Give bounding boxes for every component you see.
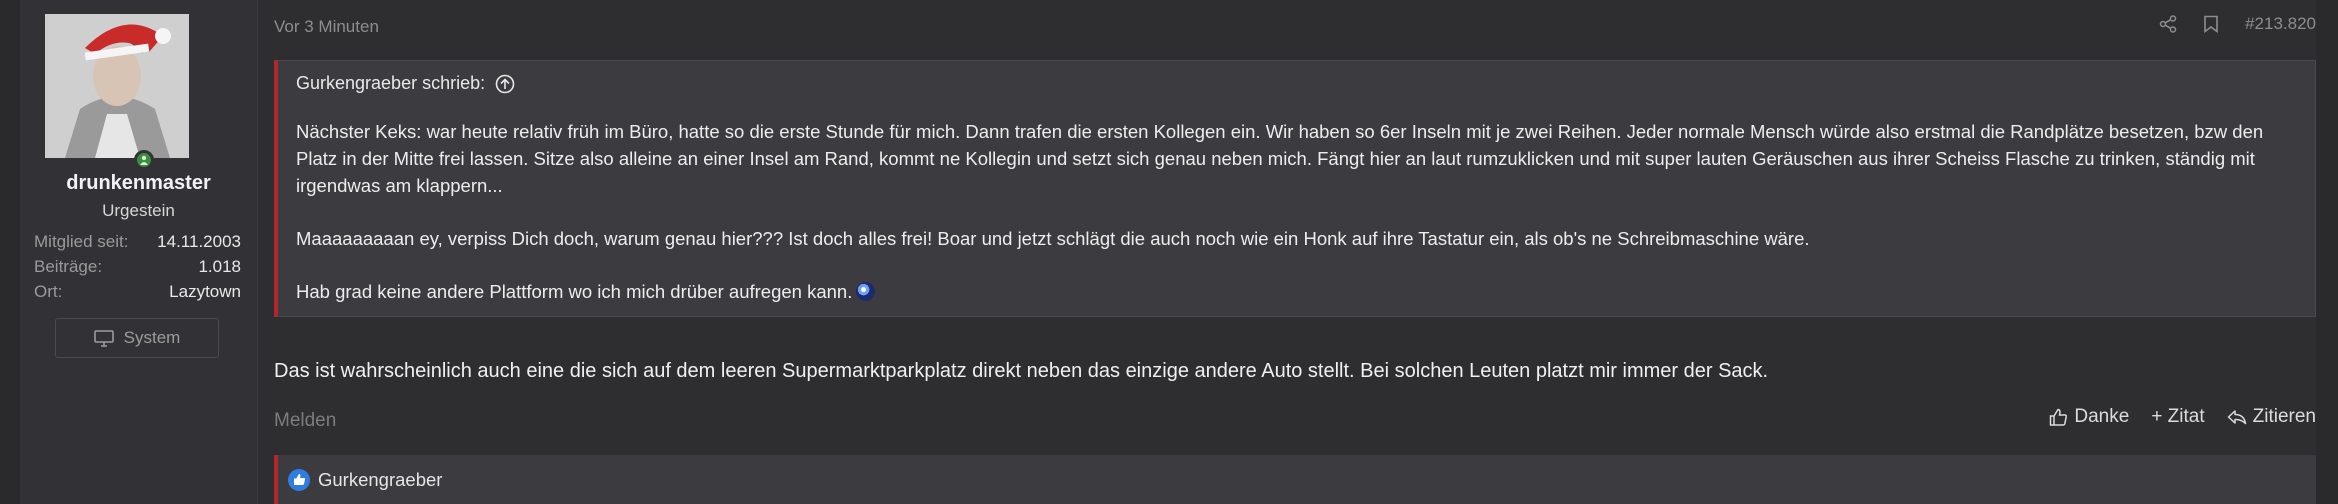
system-button-label: System <box>123 328 181 347</box>
bookmark-icon[interactable] <box>2203 15 2219 33</box>
reply-icon <box>2227 410 2246 425</box>
post-number[interactable]: #213.820 <box>2245 14 2316 34</box>
report-link[interactable]: Melden <box>274 410 336 432</box>
reactions-bar: Gurkengraeber <box>274 455 2316 504</box>
quote-paragraph-text: Hab grad keine andere Plattform wo ich m… <box>296 281 853 302</box>
like-button[interactable]: Danke <box>2049 406 2129 428</box>
info-value: 14.11.2003 <box>157 232 241 251</box>
username[interactable]: drunkenmaster <box>20 172 257 195</box>
quote-body: Nächster Keks: war heute relativ früh im… <box>296 118 2296 305</box>
multi-quote-label: + Zitat <box>2151 406 2205 427</box>
like-button-label: Danke <box>2074 406 2130 427</box>
thumbs-up-icon <box>2050 408 2068 426</box>
info-value: Lazytown <box>169 282 241 301</box>
avatar-image <box>45 14 189 158</box>
share-icon[interactable] <box>2159 15 2177 33</box>
user-title: Urgestein <box>102 201 175 220</box>
post-message: Das ist wahrscheinlich auch eine die sic… <box>274 360 1769 382</box>
avatar[interactable] <box>45 14 189 158</box>
reply-button[interactable]: Zitieren <box>2227 406 2316 428</box>
info-key: Mitglied seit: <box>34 232 129 251</box>
system-button[interactable]: System <box>55 318 219 358</box>
quote-author[interactable]: Gurkengraeber schrieb: <box>296 73 485 94</box>
quote-paragraph: Nächster Keks: war heute relativ früh im… <box>296 121 2264 196</box>
emoji-icon <box>856 282 876 301</box>
quote-header[interactable]: Gurkengraeber schrieb: <box>296 73 515 94</box>
reaction-users[interactable]: Gurkengraeber <box>318 469 442 491</box>
post-bottom-actions: Danke + Zitat Zitieren <box>2049 406 2316 428</box>
right-edge <box>2316 0 2338 504</box>
info-key: Ort: <box>34 282 63 301</box>
multi-quote-button[interactable]: + Zitat <box>2151 406 2204 428</box>
post-top-actions: #213.820 <box>2159 14 2316 34</box>
reply-button-label: Zitieren <box>2252 406 2316 427</box>
info-value: 1.018 <box>198 257 241 276</box>
left-edge <box>0 0 20 504</box>
quote-paragraph: Maaaaaaaaan ey, verpiss Dich doch, warum… <box>296 228 1810 249</box>
user-online-icon <box>134 150 154 170</box>
monitor-icon <box>93 329 114 347</box>
quote-paragraph: Hab grad keine andere Plattform wo ich m… <box>296 278 2296 305</box>
info-key: Beiträge: <box>34 257 103 276</box>
post-timestamp[interactable]: Vor 3 Minuten <box>274 17 379 37</box>
arrow-up-circle-icon[interactable] <box>495 74 515 94</box>
quote-block: Gurkengraeber schrieb: Nächster Keks: wa… <box>274 60 2316 317</box>
like-reaction-icon <box>288 468 310 491</box>
post-main: Vor 3 Minuten #213.820 Gurkengraeber sch… <box>258 0 2316 504</box>
